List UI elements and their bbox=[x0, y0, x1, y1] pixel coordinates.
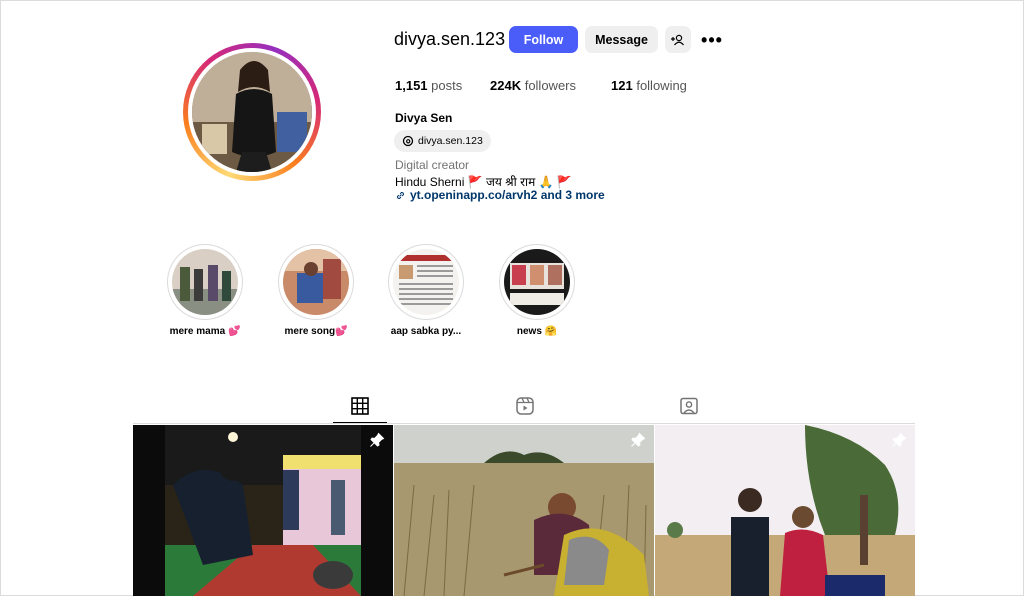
pin-icon bbox=[370, 432, 385, 447]
avatar-photo bbox=[192, 52, 312, 172]
profile-link[interactable]: yt.openinapp.co/arvh2 and 3 more bbox=[395, 188, 605, 202]
post-thumbnail[interactable] bbox=[655, 425, 915, 596]
profile-link-text: yt.openinapp.co/arvh2 and 3 more bbox=[410, 188, 605, 202]
followers-label: followers bbox=[524, 78, 576, 93]
profile-avatar[interactable] bbox=[183, 43, 321, 181]
suggested-users-button[interactable] bbox=[665, 26, 691, 53]
posts-count: 1,151 bbox=[395, 78, 428, 93]
highlight-label: mere mama 💕 bbox=[169, 326, 241, 337]
highlight-cover bbox=[172, 249, 238, 315]
posts-label: posts bbox=[431, 78, 463, 93]
followers-stat[interactable]: 224K followers bbox=[490, 78, 611, 93]
followers-count: 224K bbox=[490, 78, 522, 93]
profile-category: Digital creator bbox=[395, 158, 470, 172]
highlight-item[interactable]: mere mama 💕 bbox=[167, 244, 243, 337]
reels-icon bbox=[516, 397, 534, 415]
tagged-icon bbox=[680, 397, 698, 415]
profile-stats: 1,151 posts 224K followers 121 following bbox=[395, 78, 687, 93]
highlight-item[interactable]: news 🤗 bbox=[499, 244, 575, 337]
threads-icon bbox=[402, 135, 414, 147]
tab-reels[interactable] bbox=[515, 396, 535, 416]
link-icon bbox=[397, 191, 404, 199]
tab-posts[interactable] bbox=[350, 396, 370, 416]
tabs-divider bbox=[133, 423, 915, 424]
message-button[interactable]: Message bbox=[585, 26, 658, 53]
post-thumbnail[interactable] bbox=[133, 425, 393, 596]
follow-button[interactable]: Follow bbox=[509, 26, 578, 53]
highlight-label: mere song💕 bbox=[284, 326, 348, 337]
threads-handle: divya.sen.123 bbox=[418, 135, 483, 147]
post-image bbox=[133, 425, 393, 596]
following-count: 121 bbox=[611, 78, 633, 93]
following-stat[interactable]: 121 following bbox=[611, 78, 687, 93]
post-image bbox=[394, 425, 654, 596]
grid-icon bbox=[351, 397, 369, 415]
more-options-button[interactable]: ••• bbox=[700, 30, 724, 50]
profile-full-name: Divya Sen bbox=[395, 111, 453, 125]
pin-icon bbox=[892, 432, 907, 447]
post-thumbnail[interactable] bbox=[394, 425, 654, 596]
profile-username: divya.sen.123 bbox=[394, 29, 506, 49]
post-image bbox=[655, 425, 915, 596]
highlight-cover bbox=[504, 249, 570, 315]
posts-stat: 1,151 posts bbox=[395, 78, 490, 93]
highlight-cover bbox=[283, 249, 349, 315]
add-user-icon bbox=[671, 34, 684, 45]
highlight-cover bbox=[393, 249, 459, 315]
highlight-item[interactable]: mere song💕 bbox=[278, 244, 354, 337]
tab-tagged[interactable] bbox=[679, 396, 699, 416]
highlight-label: aap sabka py... bbox=[390, 326, 462, 337]
following-label: following bbox=[636, 78, 687, 93]
pin-icon bbox=[631, 432, 646, 447]
highlight-label: news 🤗 bbox=[516, 326, 558, 337]
highlight-item[interactable]: aap sabka py... bbox=[388, 244, 464, 337]
threads-badge[interactable]: divya.sen.123 bbox=[394, 130, 491, 152]
